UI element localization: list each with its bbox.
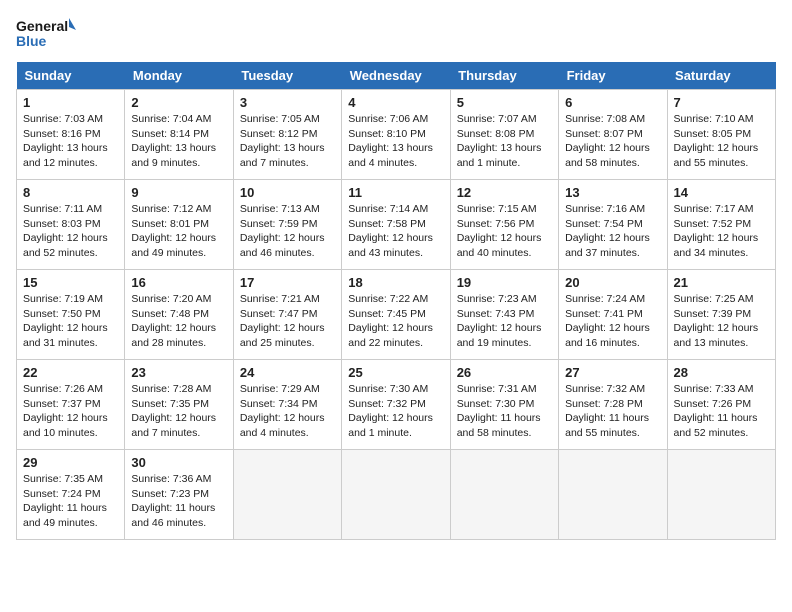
day-number: 26	[457, 365, 552, 380]
logo-svg: General Blue	[16, 16, 76, 52]
day-header-thursday: Thursday	[450, 62, 558, 90]
calendar-cell: 4Sunrise: 7:06 AMSunset: 8:10 PMDaylight…	[342, 90, 450, 180]
calendar-cell: 10Sunrise: 7:13 AMSunset: 7:59 PMDayligh…	[233, 180, 341, 270]
day-header-tuesday: Tuesday	[233, 62, 341, 90]
day-number: 27	[565, 365, 660, 380]
day-number: 7	[674, 95, 769, 110]
calendar-cell: 13Sunrise: 7:16 AMSunset: 7:54 PMDayligh…	[559, 180, 667, 270]
day-number: 10	[240, 185, 335, 200]
calendar-cell	[342, 450, 450, 540]
calendar-cell: 14Sunrise: 7:17 AMSunset: 7:52 PMDayligh…	[667, 180, 775, 270]
day-number: 12	[457, 185, 552, 200]
day-header-monday: Monday	[125, 62, 233, 90]
calendar-cell: 12Sunrise: 7:15 AMSunset: 7:56 PMDayligh…	[450, 180, 558, 270]
calendar-cell: 29Sunrise: 7:35 AMSunset: 7:24 PMDayligh…	[17, 450, 125, 540]
day-number: 2	[131, 95, 226, 110]
day-number: 5	[457, 95, 552, 110]
week-row-4: 22Sunrise: 7:26 AMSunset: 7:37 PMDayligh…	[17, 360, 776, 450]
calendar-cell: 1Sunrise: 7:03 AMSunset: 8:16 PMDaylight…	[17, 90, 125, 180]
day-number: 8	[23, 185, 118, 200]
week-row-2: 8Sunrise: 7:11 AMSunset: 8:03 PMDaylight…	[17, 180, 776, 270]
day-number: 14	[674, 185, 769, 200]
svg-text:Blue: Blue	[16, 33, 47, 49]
calendar-cell: 16Sunrise: 7:20 AMSunset: 7:48 PMDayligh…	[125, 270, 233, 360]
week-row-5: 29Sunrise: 7:35 AMSunset: 7:24 PMDayligh…	[17, 450, 776, 540]
day-number: 18	[348, 275, 443, 290]
calendar-cell: 19Sunrise: 7:23 AMSunset: 7:43 PMDayligh…	[450, 270, 558, 360]
day-number: 25	[348, 365, 443, 380]
day-number: 15	[23, 275, 118, 290]
calendar-cell: 11Sunrise: 7:14 AMSunset: 7:58 PMDayligh…	[342, 180, 450, 270]
calendar-cell: 30Sunrise: 7:36 AMSunset: 7:23 PMDayligh…	[125, 450, 233, 540]
calendar-cell: 6Sunrise: 7:08 AMSunset: 8:07 PMDaylight…	[559, 90, 667, 180]
calendar-cell: 2Sunrise: 7:04 AMSunset: 8:14 PMDaylight…	[125, 90, 233, 180]
calendar-cell	[233, 450, 341, 540]
day-number: 23	[131, 365, 226, 380]
day-number: 20	[565, 275, 660, 290]
day-number: 4	[348, 95, 443, 110]
calendar-cell: 20Sunrise: 7:24 AMSunset: 7:41 PMDayligh…	[559, 270, 667, 360]
day-header-wednesday: Wednesday	[342, 62, 450, 90]
day-number: 29	[23, 455, 118, 470]
day-number: 28	[674, 365, 769, 380]
day-header-sunday: Sunday	[17, 62, 125, 90]
day-number: 3	[240, 95, 335, 110]
calendar-cell	[450, 450, 558, 540]
day-number: 13	[565, 185, 660, 200]
calendar-cell: 27Sunrise: 7:32 AMSunset: 7:28 PMDayligh…	[559, 360, 667, 450]
week-row-3: 15Sunrise: 7:19 AMSunset: 7:50 PMDayligh…	[17, 270, 776, 360]
calendar-cell: 17Sunrise: 7:21 AMSunset: 7:47 PMDayligh…	[233, 270, 341, 360]
calendar-cell	[667, 450, 775, 540]
calendar-cell: 26Sunrise: 7:31 AMSunset: 7:30 PMDayligh…	[450, 360, 558, 450]
calendar-cell: 5Sunrise: 7:07 AMSunset: 8:08 PMDaylight…	[450, 90, 558, 180]
day-number: 6	[565, 95, 660, 110]
day-number: 30	[131, 455, 226, 470]
calendar-cell: 8Sunrise: 7:11 AMSunset: 8:03 PMDaylight…	[17, 180, 125, 270]
day-number: 11	[348, 185, 443, 200]
calendar-cell: 18Sunrise: 7:22 AMSunset: 7:45 PMDayligh…	[342, 270, 450, 360]
calendar-cell: 24Sunrise: 7:29 AMSunset: 7:34 PMDayligh…	[233, 360, 341, 450]
calendar-cell	[559, 450, 667, 540]
day-number: 21	[674, 275, 769, 290]
calendar-cell: 9Sunrise: 7:12 AMSunset: 8:01 PMDaylight…	[125, 180, 233, 270]
day-number: 1	[23, 95, 118, 110]
calendar-cell: 7Sunrise: 7:10 AMSunset: 8:05 PMDaylight…	[667, 90, 775, 180]
week-row-1: 1Sunrise: 7:03 AMSunset: 8:16 PMDaylight…	[17, 90, 776, 180]
day-headers: SundayMondayTuesdayWednesdayThursdayFrid…	[17, 62, 776, 90]
page-header: General Blue	[16, 16, 776, 52]
day-number: 17	[240, 275, 335, 290]
calendar-cell: 15Sunrise: 7:19 AMSunset: 7:50 PMDayligh…	[17, 270, 125, 360]
logo: General Blue	[16, 16, 76, 52]
calendar-cell: 21Sunrise: 7:25 AMSunset: 7:39 PMDayligh…	[667, 270, 775, 360]
day-number: 19	[457, 275, 552, 290]
calendar-cell: 28Sunrise: 7:33 AMSunset: 7:26 PMDayligh…	[667, 360, 775, 450]
calendar-cell: 23Sunrise: 7:28 AMSunset: 7:35 PMDayligh…	[125, 360, 233, 450]
svg-text:General: General	[16, 18, 68, 34]
day-number: 22	[23, 365, 118, 380]
calendar-cell: 25Sunrise: 7:30 AMSunset: 7:32 PMDayligh…	[342, 360, 450, 450]
day-number: 24	[240, 365, 335, 380]
day-number: 9	[131, 185, 226, 200]
calendar-cell: 22Sunrise: 7:26 AMSunset: 7:37 PMDayligh…	[17, 360, 125, 450]
calendar-cell: 3Sunrise: 7:05 AMSunset: 8:12 PMDaylight…	[233, 90, 341, 180]
day-number: 16	[131, 275, 226, 290]
calendar-table: SundayMondayTuesdayWednesdayThursdayFrid…	[16, 62, 776, 540]
day-header-friday: Friday	[559, 62, 667, 90]
day-header-saturday: Saturday	[667, 62, 775, 90]
